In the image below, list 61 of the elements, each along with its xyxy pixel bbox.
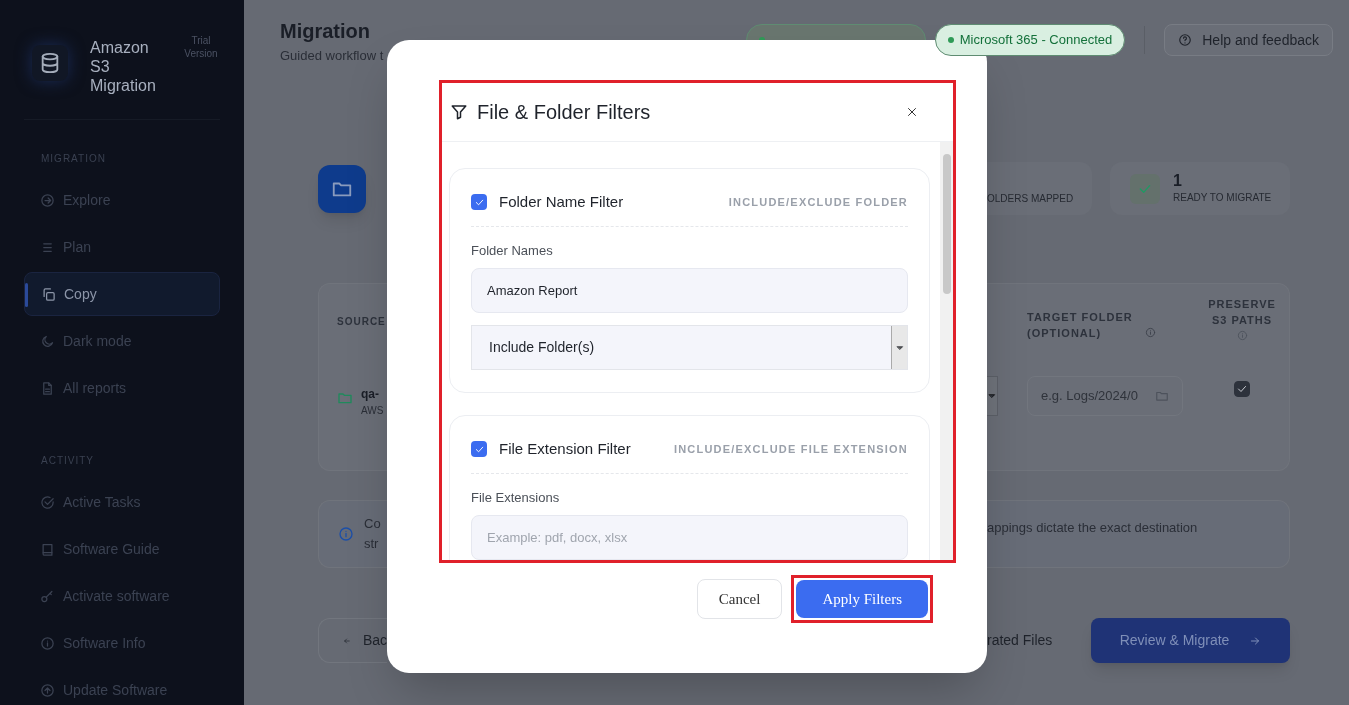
page-subtitle: Guided workflow t: [280, 47, 384, 65]
link-text[interactable]: rated Files: [987, 630, 1091, 651]
caret-icon: [895, 343, 904, 352]
info-icon: [1236, 330, 1248, 341]
filter-tag: INCLUDE/EXCLUDE FILE EXTENSION: [673, 441, 908, 458]
text-field[interactable]: Amazon Report: [471, 268, 908, 313]
dialog-title: File & Folder Filters: [477, 100, 651, 125]
check-icon: [1236, 383, 1248, 395]
filter-checkbox[interactable]: [471, 194, 487, 211]
stat-label: READY TO MIGRATE: [1173, 191, 1272, 205]
column-header: SOURCE: [337, 315, 387, 329]
stat-value: 1: [1173, 172, 1183, 190]
info-text: Co: [364, 515, 381, 533]
page-title: Migration: [280, 19, 371, 43]
stat-label: OLDERS MAPPED: [987, 192, 1074, 206]
check-circle-icon: [40, 494, 55, 510]
review-migrate-button[interactable]: Review & Migrate: [1091, 618, 1290, 663]
preserve-checkbox[interactable]: [1234, 381, 1250, 397]
folder-icon: [337, 390, 353, 406]
info-icon: [338, 526, 354, 542]
apply-button[interactable]: Apply Filters: [796, 580, 928, 618]
filter-icon: [450, 103, 468, 121]
info-icon: [1145, 327, 1156, 338]
folder-icon: [1155, 389, 1169, 403]
scrollbar[interactable]: [940, 142, 953, 560]
dropdown[interactable]: Include Folder(s): [471, 325, 908, 370]
arrow-circle-icon: [40, 192, 55, 208]
cancel-button[interactable]: Cancel: [696, 579, 783, 619]
copy-icon: [41, 286, 56, 302]
info-text: str: [364, 535, 380, 553]
info-icon: [40, 635, 55, 651]
filter-checkbox[interactable]: [471, 441, 487, 458]
trial-label: Trial Version: [183, 34, 219, 60]
arrow-right-icon: [1249, 634, 1262, 647]
field-label: Folder Names: [471, 241, 554, 260]
dropdown-control[interactable]: [987, 376, 998, 416]
document-icon: [40, 380, 55, 396]
help-icon: [1178, 33, 1193, 47]
app-name: Amazon S3 Migration: [90, 38, 157, 95]
source-name: qa-: [361, 386, 380, 403]
info-text: appings dictate the exact destination: [987, 520, 1198, 535]
caret-icon: [988, 392, 996, 400]
arrow-up-circle-icon: [40, 682, 55, 698]
filter-label: Folder Name Filter: [499, 192, 624, 212]
source-type: AWS: [361, 404, 384, 418]
field-label: File Extensions: [471, 488, 561, 507]
help-button[interactable]: Help and feedback: [1164, 24, 1333, 56]
database-icon: [39, 52, 61, 74]
column-header: PRESERVE S3 PATHS: [1208, 297, 1276, 328]
target-folder-field[interactable]: e.g. Logs/2024/0: [1027, 376, 1183, 416]
book-icon: [40, 541, 55, 557]
sidebar-item[interactable]: Copy: [24, 272, 220, 316]
key-icon: [40, 588, 55, 604]
moon-icon: [40, 333, 55, 349]
close-button[interactable]: [905, 105, 919, 119]
connection-badge: Microsoft 365 - Connected: [934, 24, 1126, 56]
filter-tag: INCLUDE/EXCLUDE FOLDER: [728, 194, 908, 211]
close-icon: [906, 106, 918, 118]
text-field[interactable]: Example: pdf, docx, xlsx: [471, 515, 908, 560]
column-header: TARGET FOLDER (OPTIONAL): [1027, 310, 1134, 341]
filter-label: File Extension Filter: [499, 439, 631, 459]
